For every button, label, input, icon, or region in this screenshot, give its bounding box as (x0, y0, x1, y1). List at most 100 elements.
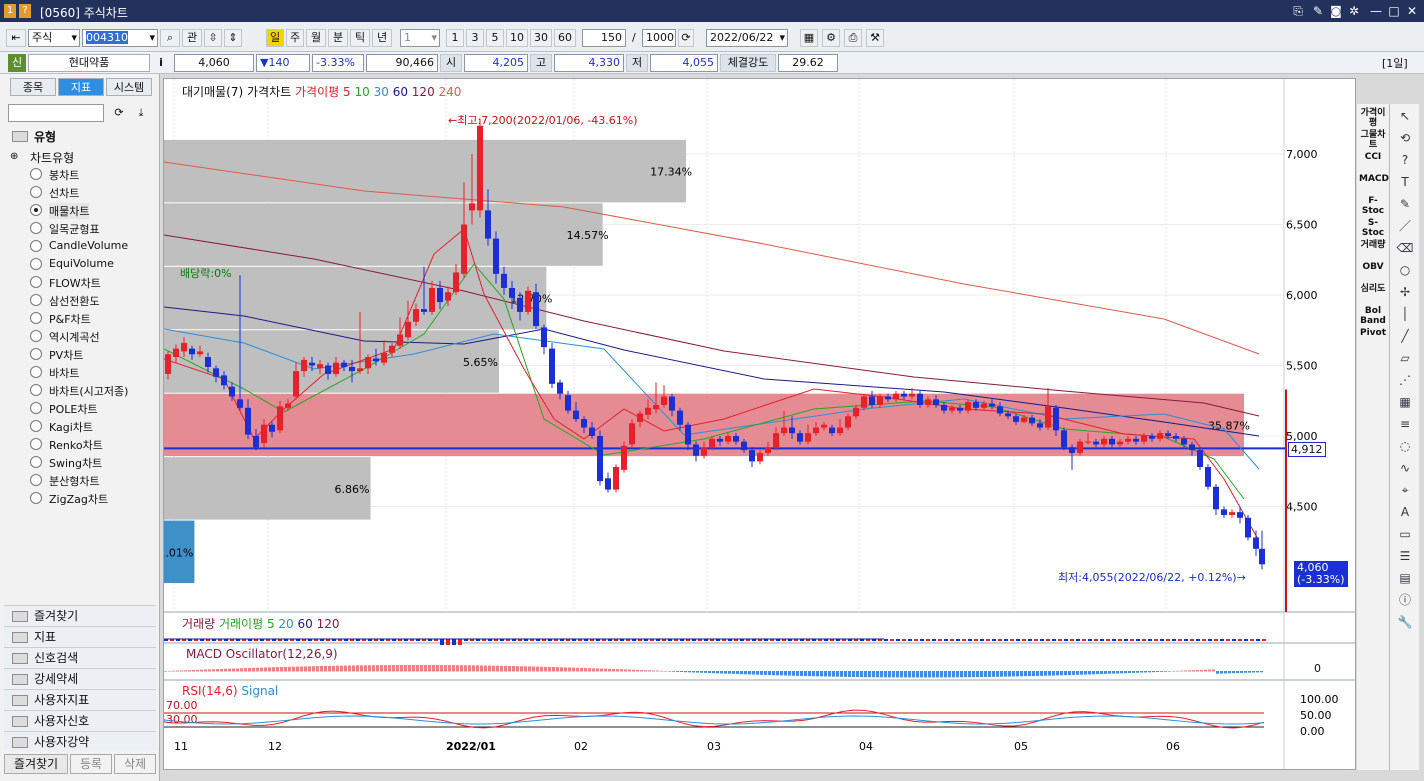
period-week[interactable]: 주 (286, 29, 304, 47)
legend-ma[interactable]: 가격이평 (295, 85, 339, 99)
indicator-shortcut[interactable]: Bol Band (1359, 306, 1387, 326)
lookup-button[interactable]: 관 (182, 29, 202, 47)
help-icon[interactable]: ? (1396, 152, 1414, 168)
chart-type-item[interactable]: PV차트 (49, 347, 83, 363)
radio-14[interactable] (30, 420, 42, 432)
code-input[interactable]: 004310 ▾ (82, 29, 158, 47)
vline-icon[interactable]: │ (1396, 306, 1414, 322)
cross-icon[interactable]: ✢ (1396, 284, 1414, 300)
chart-type-item[interactable]: ZigZag차트 (49, 491, 108, 507)
unit-30[interactable]: 30 (530, 29, 552, 47)
period-month[interactable]: 월 (306, 29, 326, 47)
delete-button[interactable]: 삭제 (114, 754, 156, 774)
first-icon[interactable]: ⇤ (6, 29, 26, 47)
folder-1[interactable]: 지표 (4, 626, 156, 646)
eraser-icon[interactable]: ⌫ (1396, 240, 1414, 256)
text-icon[interactable]: T (1396, 174, 1414, 190)
chart-type-group[interactable]: 차트유형 (30, 149, 74, 166)
unit-3[interactable]: 3 (466, 29, 484, 47)
folder-4[interactable]: 사용자지표 (4, 689, 156, 709)
chart-type-item[interactable]: EquiVolume (49, 257, 114, 270)
period-minute[interactable]: 분 (328, 29, 348, 47)
chart-type-item[interactable]: FLOW차트 (49, 275, 101, 291)
settings-icon[interactable]: ✲ (1346, 3, 1362, 19)
radio-11[interactable] (30, 366, 42, 378)
chart-type-item[interactable]: 일목균형표 (49, 221, 100, 237)
chart-type-item[interactable]: 분산형차트 (49, 473, 100, 489)
camera-icon[interactable]: ◙ (1328, 3, 1344, 19)
search-icon[interactable]: ⌕ (160, 29, 180, 47)
channel-icon[interactable]: ▱ (1396, 350, 1414, 366)
radio-18[interactable] (30, 492, 42, 504)
updown-icon[interactable]: ⇕ (224, 29, 242, 47)
indicator-shortcut[interactable]: 거래량 (1359, 240, 1387, 250)
trend-icon[interactable]: ╱ (1396, 328, 1414, 344)
info-button[interactable]: i (152, 54, 170, 72)
period-year[interactable]: 년 (372, 29, 392, 47)
chart-type-item[interactable]: 삼선전환도 (49, 293, 100, 309)
list-icon[interactable]: ☰ (1396, 548, 1414, 564)
radio-2[interactable] (30, 204, 42, 216)
chart-type-item[interactable]: 역시계곡선 (49, 329, 100, 345)
period-tick[interactable]: 틱 (350, 29, 370, 47)
radio-6[interactable] (30, 276, 42, 288)
unit-10[interactable]: 10 (506, 29, 528, 47)
chart-area[interactable]: 11 12 2022/01 02 03 04 05 06 7,000 6,500 6,000 5,50… (163, 78, 1356, 770)
radio-9[interactable] (30, 330, 42, 342)
unit-5[interactable]: 5 (486, 29, 504, 47)
legend-rsi[interactable]: RSI(14,6) (182, 684, 238, 698)
maximize-icon[interactable]: □ (1386, 3, 1402, 19)
circle-icon[interactable]: ○ (1396, 262, 1414, 278)
macd-legend[interactable]: MACD Oscillator(12,26,9) (186, 647, 338, 661)
link-icon[interactable]: ⎘ (1290, 3, 1306, 19)
chart-type-item[interactable]: 선차트 (49, 185, 79, 201)
radio-4[interactable] (30, 240, 42, 252)
help-badge[interactable]: ? (19, 4, 31, 18)
tab-stocks[interactable]: 종목 (10, 78, 56, 96)
indicator-shortcut[interactable]: S-Stoc (1359, 218, 1387, 238)
download-icon[interactable]: ⤓ (132, 104, 150, 122)
radio-7[interactable] (30, 294, 42, 306)
legend-profile[interactable]: 대기매물(7) (182, 85, 243, 99)
indicator-shortcut[interactable]: CCI (1359, 152, 1387, 162)
cycle-icon[interactable]: ◌ (1396, 438, 1414, 454)
tab-indicators[interactable]: 지표 (58, 78, 104, 96)
rotate-icon[interactable]: ⟲ (1396, 130, 1414, 146)
chart-icon[interactable]: ▤ (1396, 570, 1414, 586)
tab-favorites-bottom[interactable]: 즐겨찾기 (4, 754, 68, 774)
save-icon[interactable]: ✎ (1310, 3, 1326, 19)
max-count-field[interactable]: 1000 (642, 29, 676, 47)
gann-icon[interactable]: ⌖ (1396, 482, 1414, 498)
wave-icon[interactable]: ∿ (1396, 460, 1414, 476)
radio-13[interactable] (30, 402, 42, 414)
fan-icon[interactable]: ⋰ (1396, 372, 1414, 388)
unit-60[interactable]: 60 (554, 29, 576, 47)
print-icon[interactable]: ⎙ (844, 29, 862, 47)
unit-select[interactable]: 1 ▾ (400, 29, 440, 47)
section-title[interactable]: 유형 (34, 128, 56, 145)
legend-volume-ma[interactable]: 거래이평 (219, 617, 263, 631)
folder-3[interactable]: 강세약세 (4, 668, 156, 688)
chart-type-item[interactable]: 바차트 (49, 365, 79, 381)
indicator-shortcut[interactable]: F-Stoc (1359, 196, 1387, 216)
folder-2[interactable]: 신호검색 (4, 647, 156, 667)
window-icon[interactable]: ▭ (1396, 526, 1414, 542)
radio-0[interactable] (30, 168, 42, 180)
folder-0[interactable]: 즐겨찾기 (4, 605, 156, 625)
radio-1[interactable] (30, 186, 42, 198)
chart-type-item[interactable]: Kagi차트 (49, 419, 93, 435)
refresh-icon[interactable]: ⟳ (110, 104, 128, 122)
count-stepper[interactable]: 150 (582, 29, 626, 47)
radio-8[interactable] (30, 312, 42, 324)
legend-volume[interactable]: 거래량 (182, 617, 215, 631)
chart-type-item[interactable]: 바차트(시고저종) (49, 383, 128, 399)
pen-icon[interactable]: ✎ (1396, 196, 1414, 212)
chart-type-item[interactable]: CandleVolume (49, 239, 128, 252)
chart-type-item[interactable]: 매물차트 (49, 203, 90, 219)
register-button[interactable]: 등록 (70, 754, 112, 774)
radio-12[interactable] (30, 384, 42, 396)
radio-3[interactable] (30, 222, 42, 234)
indicator-shortcut[interactable]: Pivot (1359, 328, 1387, 338)
grid-icon[interactable]: ▦ (1396, 394, 1414, 410)
info-icon[interactable]: ⓘ (1396, 592, 1414, 608)
